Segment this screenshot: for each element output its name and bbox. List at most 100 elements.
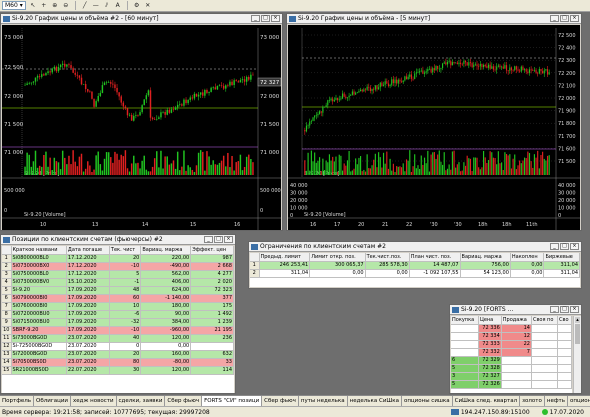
positions-titlebar[interactable]: Позиции по клиентским счетам (фьючерсы) … xyxy=(1,235,235,245)
column-header[interactable]: Предыд. лимит xyxy=(259,253,311,262)
table-row[interactable]: 6 Si0790000BI0 17.09.2020 60 -1 140,00 377 xyxy=(2,294,234,303)
table-row[interactable]: 8 Si0720000BU0 17.09.2020 -6 90,00 1 492 xyxy=(2,310,234,319)
chart-plot-area[interactable]: 73 000 72 500 72 000 71 500 71 000 73 00… xyxy=(2,25,282,230)
table-cell: 17.09.2020 xyxy=(66,294,110,303)
orderbook-titlebar[interactable]: Si-9.20 [FORTS ... _ □ × xyxy=(450,305,581,315)
line-tool-icon[interactable]: ╱ xyxy=(81,2,89,10)
column-header[interactable]: Эффект. цен xyxy=(190,246,234,255)
tab-8[interactable]: неделька СиШка xyxy=(348,396,402,406)
orderbook-scrollbar[interactable]: ▴ xyxy=(573,316,581,393)
minimize-button[interactable]: _ xyxy=(550,306,559,313)
column-header[interactable]: Тек.чист.поз. xyxy=(365,253,410,262)
chart-plot-area[interactable]: 72 500 72 400 72 300 72 200 72 100 72 000 71 9… xyxy=(288,25,580,230)
limits-table-body: 1 246 253,41 300 065,37 285 578,30 14 487,07… xyxy=(250,261,580,278)
table-row[interactable]: 9 Si0715000BU0 17.09.2020 -32 384,00 1 239 xyxy=(2,318,234,327)
minimize-button[interactable]: _ xyxy=(251,15,260,22)
tab-12[interactable]: нефть xyxy=(545,396,568,406)
minimize-button[interactable]: _ xyxy=(204,236,213,243)
table-row[interactable]: 11 Si73000BG0D 23.07.2020 40 120,00 236 xyxy=(2,334,234,343)
minimize-button[interactable]: _ xyxy=(550,15,559,22)
table-row[interactable]: 4 Si0730000BV0 15.10.2020 -1 406,00 2 020 xyxy=(2,278,234,287)
text-tool-icon[interactable]: A xyxy=(114,2,122,10)
chart-window-titlebar[interactable]: Si-9.20 График цены и объёма - [5 минут]… xyxy=(287,14,581,24)
table-cell: 120,00 xyxy=(140,366,192,375)
tab-0[interactable]: Портфель xyxy=(0,396,35,406)
table-row[interactable]: 5 Si-9.20 17.09.2020 48 624,00 72 323 xyxy=(2,286,234,295)
tab-2[interactable]: хедж новости xyxy=(71,396,117,406)
column-header[interactable]: Дата погаше xyxy=(66,246,110,255)
close-button[interactable]: × xyxy=(570,243,579,250)
table-row[interactable]: 14 Si70500BS0D 23.07.2020 80 -80,00 33 xyxy=(2,358,234,367)
column-header[interactable]: Вариац. маржа xyxy=(140,246,192,255)
tab-10[interactable]: СиШка след. квартал xyxy=(453,396,521,406)
zoom-in-icon[interactable]: ⊕ xyxy=(51,2,59,10)
volume-bar xyxy=(504,152,506,175)
column-header[interactable]: Вариац. маржа xyxy=(460,253,511,262)
volume-bar xyxy=(66,164,68,175)
column-header[interactable]: Тек. чист xyxy=(109,246,142,255)
maximize-button[interactable]: □ xyxy=(261,15,270,22)
interval-select[interactable]: M60 ▾ xyxy=(2,1,26,10)
volume-bar xyxy=(327,162,329,175)
orderbook-cell xyxy=(451,340,479,349)
delete-icon[interactable]: ✕ xyxy=(144,2,152,10)
table-row[interactable]: 10 SBRF-9.20 17.09.2020 -10 -960,00 21 195 xyxy=(2,326,234,335)
pointer-tool-icon[interactable]: ↖ xyxy=(29,2,37,10)
tab-1[interactable]: Облигации xyxy=(34,396,72,406)
column-header[interactable]: Лимит откр. поз. xyxy=(309,253,366,262)
maximize-button[interactable]: □ xyxy=(560,243,569,250)
maximize-button[interactable]: □ xyxy=(214,236,223,243)
table-row[interactable]: 1 Si0800000BL0 17.12.2020 20 220,00 987 xyxy=(2,254,234,263)
cross-tool-icon[interactable]: + xyxy=(40,2,48,10)
buy-level-row[interactable]: 6 72 329 xyxy=(451,356,572,365)
close-button[interactable]: × xyxy=(224,236,233,243)
column-header[interactable]: Биржевые xyxy=(543,253,580,262)
table-row[interactable]: 12 Si-725000BG0D 23.07.2020 0 0,00 xyxy=(2,342,234,351)
sell-level-row[interactable]: 72 332 7 xyxy=(451,348,572,357)
scroll-up-icon[interactable]: ▴ xyxy=(575,317,580,323)
row-number: 7 xyxy=(2,302,12,311)
table-cell: 17.09.2020 xyxy=(66,310,110,319)
minimize-button[interactable]: _ xyxy=(550,243,559,250)
tab-9[interactable]: опционы сишка xyxy=(402,396,453,406)
sell-level-row[interactable]: 72 334 12 xyxy=(451,332,572,341)
buy-level-row[interactable]: 5 72 326 xyxy=(451,380,572,389)
tab-6[interactable]: Сбер фьюч xyxy=(262,396,299,406)
limits-titlebar[interactable]: Ограничения по клиентским счетам #2 _ □ … xyxy=(249,242,581,252)
column-header[interactable]: План чист. поз. xyxy=(409,253,461,262)
tab-5[interactable]: FORTS "СИ" позици xyxy=(202,396,263,406)
volume-bar xyxy=(524,157,526,175)
table-row[interactable]: 15 SR21000BS0D 22.07.2020 30 120,00 114 xyxy=(2,366,234,375)
hline-tool-icon[interactable]: — xyxy=(92,2,100,10)
table-row[interactable]: 3 Si0750000BL0 17.12.2020 5 562,00 4 277 xyxy=(2,270,234,279)
settings-icon[interactable]: ⚙ xyxy=(133,2,141,10)
maximize-button[interactable]: □ xyxy=(560,15,569,22)
close-button[interactable]: × xyxy=(570,15,579,22)
volume-bar xyxy=(348,151,350,175)
column-header[interactable]: Краткое названи xyxy=(11,246,67,255)
close-button[interactable]: × xyxy=(570,306,579,313)
buy-level-row[interactable]: 5 72 328 xyxy=(451,364,572,373)
table-row[interactable]: 7 Si0760000BI0 17.09.2020 10 180,00 175 xyxy=(2,302,234,311)
sell-level-row[interactable]: 72 336 14 xyxy=(451,324,572,333)
volume-bar xyxy=(422,164,424,175)
scroll-thumb[interactable] xyxy=(575,324,580,344)
chart-icon xyxy=(289,15,296,22)
close-button[interactable]: × xyxy=(271,15,280,22)
maximize-button[interactable]: □ xyxy=(560,306,569,313)
table-row[interactable]: 2 Si0730000BX0 17.12.2020 -10 -490,00 2 668 xyxy=(2,262,234,271)
buy-level-row[interactable]: 3 72 327 xyxy=(451,372,572,381)
tab-4[interactable]: Сбер фьюч xyxy=(165,396,203,406)
tab-3[interactable]: сделки, заявки xyxy=(117,396,166,406)
table-row[interactable]: 1 246 253,41 300 065,37 285 578,30 14 487,07… xyxy=(250,261,580,270)
table-row[interactable]: 13 Si72000BG0D 23.07.2020 20 160,00 632 xyxy=(2,350,234,359)
tab-13[interactable]: опционы ртс xyxy=(568,396,590,406)
tab-7[interactable]: путы неделька xyxy=(299,396,348,406)
column-header[interactable]: Накоплен xyxy=(510,253,545,262)
table-row[interactable]: 2 311,04 0,00 0,00 -1 092 107,55 54 123,00 0,0… xyxy=(250,269,580,278)
zoom-out-icon[interactable]: ⊖ xyxy=(62,2,70,10)
chart-window-titlebar[interactable]: Si-9.20 График цены и объёма #2 - [60 ми… xyxy=(1,14,282,24)
channel-tool-icon[interactable]: ⫽ xyxy=(103,2,111,10)
tab-11[interactable]: золото xyxy=(520,396,545,406)
sell-level-row[interactable]: 72 333 22 xyxy=(451,340,572,349)
